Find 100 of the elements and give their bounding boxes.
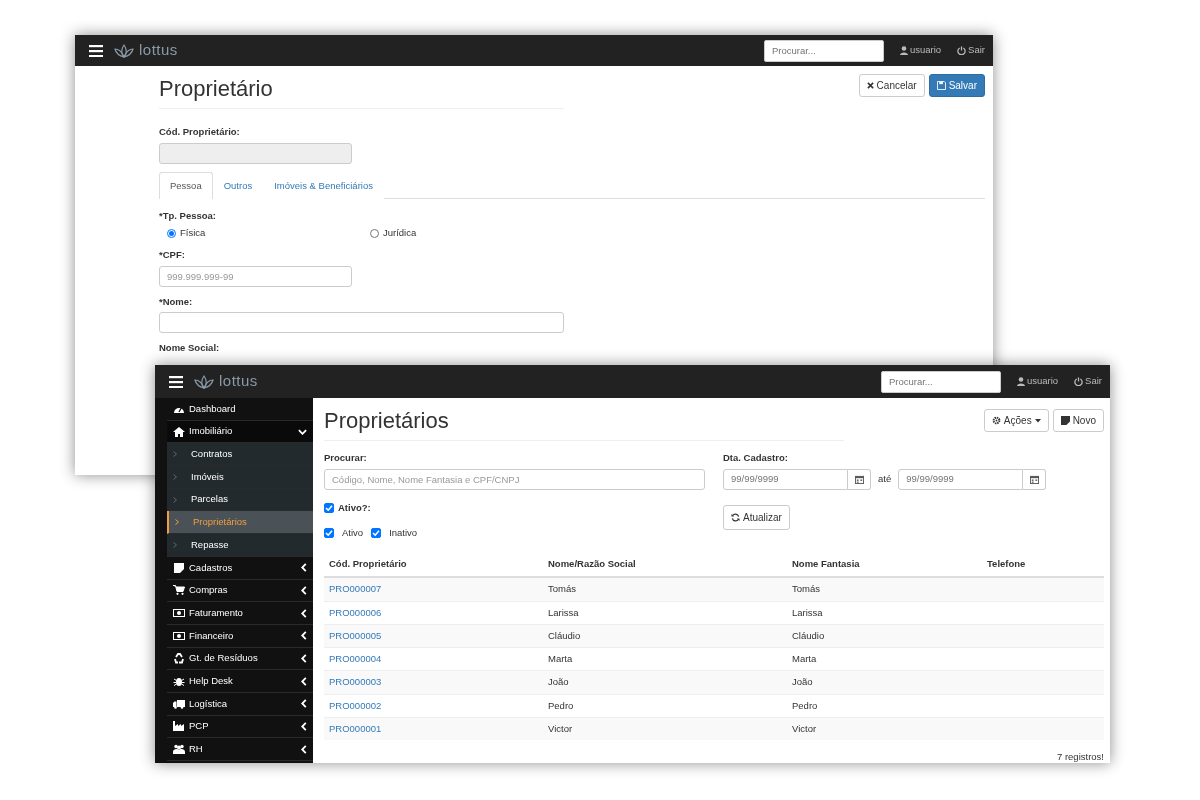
user-link[interactable]: usuario <box>899 43 942 58</box>
code-link[interactable]: PRO000004 <box>329 653 382 665</box>
gear-icon <box>991 416 1001 425</box>
logout-link[interactable]: Sair <box>1074 374 1102 389</box>
chevron-down-icon <box>298 428 307 435</box>
sidebar-item[interactable]: PCP <box>167 715 313 739</box>
status-checkbox[interactable]: Inativo <box>371 525 418 541</box>
page-title: Proprietário <box>159 74 564 110</box>
lotus-icon <box>193 374 215 389</box>
chevron-right-icon <box>173 541 177 548</box>
people-icon <box>173 744 185 755</box>
sidebar-item[interactable]: Gt. de Resíduos <box>167 647 313 671</box>
chevron-left-icon <box>301 653 307 663</box>
chevron-right-icon <box>173 451 177 458</box>
name-field[interactable] <box>159 311 564 333</box>
search-field[interactable]: Procurar... <box>763 39 884 62</box>
user-icon <box>899 46 908 55</box>
check-icon <box>372 529 381 537</box>
chevron-left-icon <box>301 563 307 573</box>
active-filter-checkbox[interactable]: Ativo?: <box>324 500 705 515</box>
field-label: Nome Social: <box>159 340 221 355</box>
power-icon <box>1074 377 1084 386</box>
field-label: Procurar: <box>324 451 368 466</box>
field-label: Dta. Cadastro: <box>723 451 789 466</box>
user-icon <box>1016 377 1025 386</box>
sidebar-subitem[interactable]: Proprietários <box>167 511 313 535</box>
chevron-right-icon <box>175 519 179 526</box>
refresh-icon <box>731 512 740 522</box>
chevron-left-icon <box>301 699 307 709</box>
status-checkbox[interactable]: Ativo <box>324 525 364 541</box>
table-cell: Cláudio <box>792 629 825 641</box>
banknote-icon <box>173 608 185 619</box>
tab[interactable]: Pessoa <box>159 171 213 199</box>
record-count: 7 registros! <box>1057 750 1104 763</box>
sidebar-item[interactable]: Compras <box>167 579 313 603</box>
date-field[interactable]: 99/99/9999 <box>898 468 1024 490</box>
cpf-field[interactable]: 999.999.999-99 <box>159 265 352 287</box>
sidebar-item[interactable]: Dashboard <box>167 398 313 421</box>
check-icon <box>325 529 333 537</box>
code-link[interactable]: PRO000007 <box>329 583 382 595</box>
brand-name: lottus <box>219 371 258 392</box>
sidebar-item[interactable]: Financeiro <box>167 624 313 648</box>
table-cell: Tomás <box>548 583 576 595</box>
truck-icon <box>173 698 185 709</box>
power-icon <box>957 46 967 55</box>
code-link[interactable]: PRO000005 <box>329 629 382 641</box>
code-link[interactable]: PRO000002 <box>329 699 382 711</box>
note-icon <box>1060 416 1070 425</box>
house-icon <box>173 426 185 437</box>
sidebar-subitem[interactable]: Imóveis <box>167 466 313 489</box>
radio-option[interactable]: Física <box>167 226 370 241</box>
chevron-right-icon <box>173 496 177 503</box>
sidebar-item[interactable]: Imobiliário <box>167 420 313 444</box>
code-link[interactable]: PRO000003 <box>329 676 382 688</box>
date-field[interactable]: 99/99/9999 <box>723 468 848 490</box>
close-icon <box>866 82 874 89</box>
chevron-right-icon <box>173 473 177 480</box>
field-label: *Tp. Pessoa: <box>159 208 218 223</box>
sidebar-subitem[interactable]: Repasse <box>167 534 313 557</box>
calendar-icon <box>854 474 864 484</box>
calendar-icon <box>1029 474 1039 484</box>
user-link[interactable]: usuario <box>1016 374 1059 389</box>
logout-link[interactable]: Sair <box>957 43 985 58</box>
radio-option[interactable]: Jurídica <box>370 226 573 241</box>
page-title: Proprietários <box>324 406 844 442</box>
actions-button[interactable]: Ações <box>983 409 1049 432</box>
sidebar-item[interactable]: Cadastros <box>167 556 313 580</box>
refresh-button[interactable]: Atualizar <box>723 504 790 530</box>
table-cell: Marta <box>792 653 817 665</box>
table-cell: Pedro <box>548 699 574 711</box>
sidebar-subitem[interactable]: Contratos <box>167 443 313 467</box>
table-cell: Victor <box>548 723 573 734</box>
sidebar-item[interactable]: Help Desk <box>167 670 313 693</box>
table-cell: João <box>548 676 569 688</box>
cart-icon <box>173 585 185 596</box>
calendar-button[interactable] <box>1023 468 1047 490</box>
code-link[interactable]: PRO000006 <box>329 606 382 618</box>
new-button[interactable]: Novo <box>1052 409 1104 432</box>
search-field[interactable]: Código, Nome, Nome Fantasia e CPF/CNPJ <box>324 468 705 490</box>
table-cell: Cláudio <box>548 629 581 641</box>
table-cell: Victor <box>792 723 817 734</box>
table-cell: Larissa <box>548 606 579 618</box>
chevron-left-icon <box>301 585 307 595</box>
bug-icon <box>173 676 185 687</box>
table-cell: Tomás <box>792 583 820 595</box>
field-label: Cód. Proprietário: <box>159 125 241 140</box>
cancel-button[interactable]: Cancelar <box>858 74 925 97</box>
sidebar-item[interactable]: Faturamento <box>167 602 313 625</box>
chevron-left-icon <box>301 631 307 641</box>
field-label: *Nome: <box>159 294 194 309</box>
sidebar-item[interactable]: Logística <box>167 692 313 716</box>
sidebar-item[interactable]: RH <box>167 738 313 761</box>
note-icon <box>173 562 185 573</box>
code-link[interactable]: PRO000001 <box>329 723 382 734</box>
save-button[interactable]: Salvar <box>928 74 985 97</box>
search-field[interactable]: Procurar... <box>880 370 1001 393</box>
lotus-icon <box>113 43 135 58</box>
calendar-button[interactable] <box>848 468 871 490</box>
chevron-left-icon <box>301 744 307 754</box>
sidebar-subitem[interactable]: Parcelas <box>167 488 313 512</box>
